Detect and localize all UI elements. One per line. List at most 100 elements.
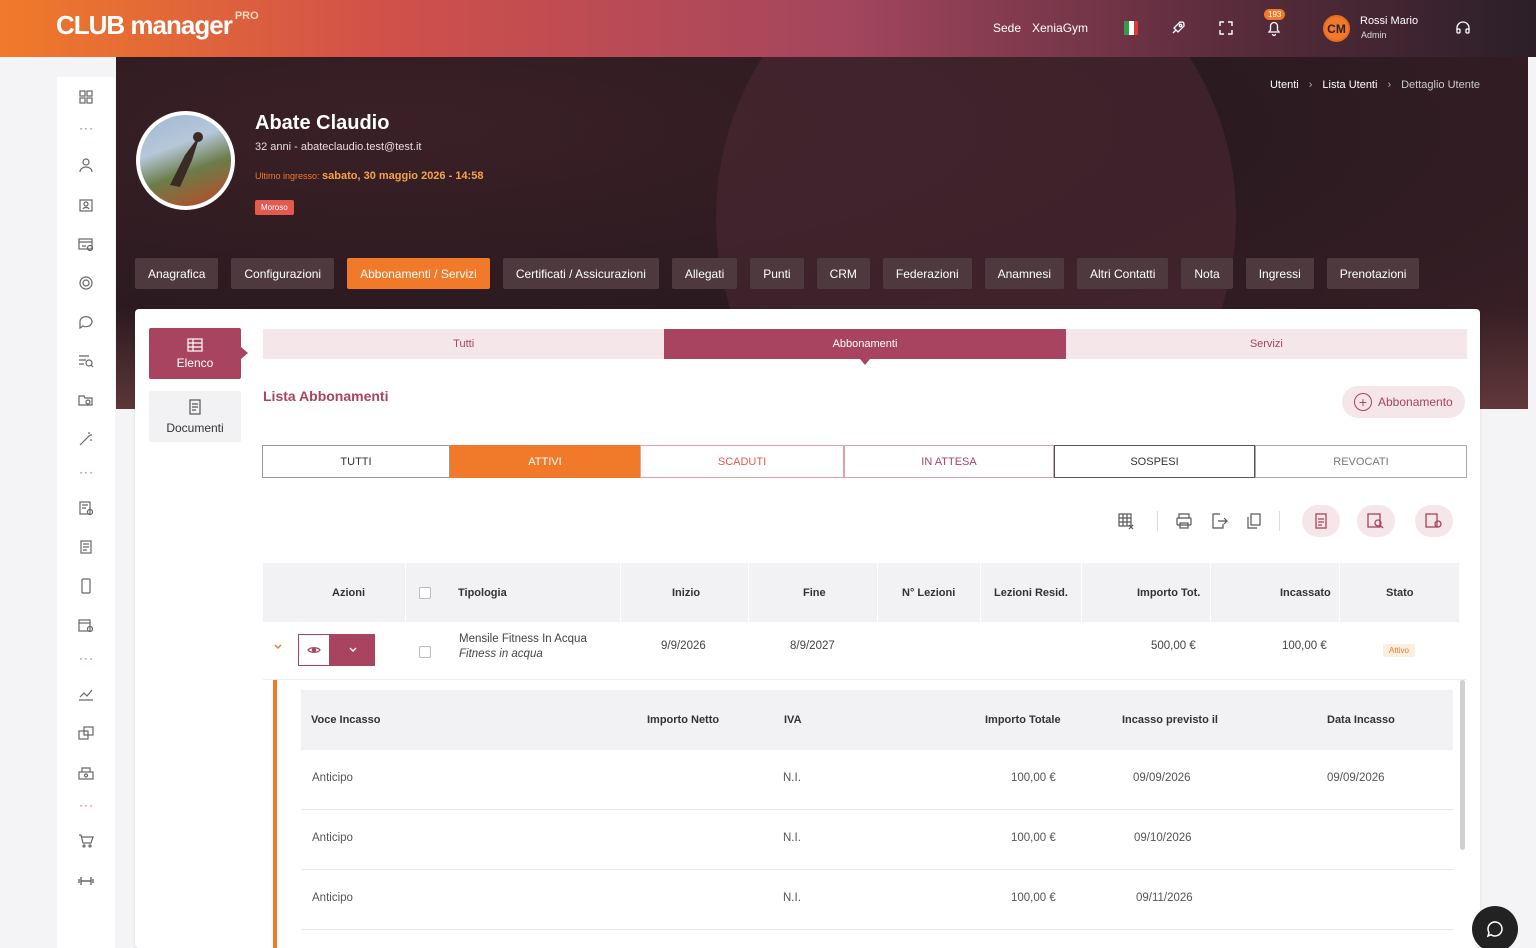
detail-scrollbar[interactable] xyxy=(1460,680,1465,850)
chat-icon[interactable] xyxy=(76,312,96,332)
col-importo-tot[interactable]: Importo Tot. xyxy=(1137,563,1200,622)
magic-wand-icon[interactable] xyxy=(76,429,96,449)
filter-in-attesa[interactable]: IN ATTESA xyxy=(844,445,1054,478)
side-tab-elenco-label: Elenco xyxy=(176,355,214,370)
table-header: Azioni Tipologia Inizio Fine N° Lezioni … xyxy=(263,563,1459,622)
col-fine[interactable]: Fine xyxy=(803,563,826,622)
tab-crm[interactable]: CRM xyxy=(816,258,870,289)
filter-tutti[interactable]: TUTTI xyxy=(262,445,450,478)
table-icon xyxy=(187,337,203,352)
cash-register-icon[interactable] xyxy=(76,763,96,783)
pdf-document-button[interactable] xyxy=(1302,505,1340,537)
mobile-icon[interactable] xyxy=(76,576,96,596)
tab-abbonamenti-servizi[interactable]: Abbonamenti / Servizi xyxy=(347,258,490,289)
status-badge: Attivo xyxy=(1383,644,1416,657)
transfer-icon[interactable] xyxy=(76,723,96,743)
fullscreen-icon[interactable] xyxy=(1215,17,1237,39)
subtab-servizi[interactable]: Servizi xyxy=(1065,329,1467,359)
breadcrumb-users[interactable]: Utenti xyxy=(1270,79,1299,91)
copy-icon[interactable] xyxy=(1243,510,1265,532)
filter-attivi[interactable]: ATTIVI xyxy=(450,445,640,478)
dashboard-icon[interactable] xyxy=(76,87,96,107)
italian-flag-icon[interactable] xyxy=(1120,17,1142,39)
calendar-settings-icon[interactable] xyxy=(76,615,96,635)
chevron-down-icon xyxy=(349,647,356,652)
col-importo-netto: Importo Netto xyxy=(647,714,720,726)
chart-icon[interactable] xyxy=(76,684,96,704)
rocket-icon[interactable] xyxy=(1167,17,1189,39)
chat-support-button[interactable] xyxy=(1472,906,1518,948)
tab-anamnesi[interactable]: Anamnesi xyxy=(984,258,1064,289)
breadcrumb-user-list[interactable]: Lista Utenti xyxy=(1322,79,1377,91)
tab-altri-contatti[interactable]: Altri Contatti xyxy=(1077,258,1169,289)
add-subscription-button[interactable]: + Abbonamento xyxy=(1342,386,1465,418)
tab-ingressi[interactable]: Ingressi xyxy=(1245,258,1314,289)
subtab-abbonamenti[interactable]: Abbonamenti xyxy=(664,329,1066,365)
col-n-lezioni[interactable]: N° Lezioni xyxy=(902,563,955,622)
actions-dropdown-button[interactable] xyxy=(330,634,375,666)
excel-icon[interactable] xyxy=(1115,510,1137,532)
col-azioni[interactable]: Azioni xyxy=(332,563,365,622)
col-incassato[interactable]: Incassato xyxy=(1280,563,1331,622)
detail-voce: Anticipo xyxy=(312,832,353,844)
filter-revocati[interactable]: REVOCATI xyxy=(1255,445,1467,478)
tab-punti[interactable]: Punti xyxy=(750,258,804,289)
print-icon[interactable] xyxy=(1173,510,1195,532)
tab-federazioni[interactable]: Federazioni xyxy=(882,258,972,289)
image-search-button[interactable] xyxy=(1357,505,1395,537)
filter-sospesi[interactable]: SOSPESI xyxy=(1054,445,1255,478)
tab-allegati[interactable]: Allegati xyxy=(671,258,738,289)
detail-previsto: 09/09/2026 xyxy=(1133,772,1191,784)
tab-certificati[interactable]: Certificati / Assicurazioni xyxy=(502,258,659,289)
select-all-checkbox[interactable] xyxy=(419,587,431,599)
detail-row: Anticipo N.I. 100,00 € 09/11/2026 xyxy=(301,870,1453,930)
document-gear-icon xyxy=(1425,513,1442,528)
document-settings-icon[interactable] xyxy=(76,498,96,518)
list-search-icon[interactable] xyxy=(76,351,96,371)
user-icon[interactable] xyxy=(76,155,96,175)
row-inizio: 9/9/2026 xyxy=(661,640,706,652)
subscription-card-icon[interactable] xyxy=(76,234,96,254)
tab-prenotazioni[interactable]: Prenotazioni xyxy=(1326,258,1420,289)
chevron-down-icon[interactable] xyxy=(273,642,283,654)
separator-dots: ··· xyxy=(79,121,94,135)
user-avatar[interactable]: CM xyxy=(1323,15,1350,42)
target-icon[interactable] xyxy=(76,273,96,293)
side-tab-elenco[interactable]: Elenco xyxy=(149,328,248,379)
detail-previsto: 09/10/2026 xyxy=(1134,832,1192,844)
col-stato[interactable]: Stato xyxy=(1386,563,1414,622)
detail-previsto: 09/11/2026 xyxy=(1136,892,1193,904)
sede-value[interactable]: XeniaGym xyxy=(1032,21,1088,35)
subtab-tutti[interactable]: Tutti xyxy=(263,329,665,359)
detail-iva: N.I. xyxy=(783,772,801,784)
app-logo[interactable]: CLUB manager PRO xyxy=(56,10,259,41)
detail-iva: N.I. xyxy=(783,892,801,904)
cart-icon[interactable] xyxy=(76,831,96,851)
image-search-icon xyxy=(1367,513,1384,529)
col-tipologia[interactable]: Tipologia xyxy=(458,563,507,622)
tab-anagrafica[interactable]: Anagrafica xyxy=(135,258,219,289)
side-tab-documenti[interactable]: Documenti xyxy=(149,391,241,442)
filter-scaduti[interactable]: SCADUTI xyxy=(640,445,844,478)
col-inizio[interactable]: Inizio xyxy=(672,563,700,622)
user-name[interactable]: Rossi Mario xyxy=(1360,15,1418,27)
last-access: Ultimo ingresso: sabato, 30 maggio 2026 … xyxy=(255,170,484,182)
document-settings-button[interactable] xyxy=(1415,505,1453,537)
sub-tabs: Tutti Abbonamenti Servizi xyxy=(263,329,1467,365)
dumbbell-icon[interactable] xyxy=(76,871,96,891)
tab-nota[interactable]: Nota xyxy=(1181,258,1233,289)
detail-totale: 100,00 € xyxy=(1011,772,1056,784)
bell-icon[interactable] xyxy=(1263,17,1285,39)
row-checkbox[interactable] xyxy=(419,646,431,658)
pdf-icon xyxy=(1315,513,1327,529)
headset-icon[interactable] xyxy=(1452,17,1474,39)
tab-configurazioni[interactable]: Configurazioni xyxy=(231,258,335,289)
plus-icon: + xyxy=(1354,393,1372,411)
id-card-icon[interactable] xyxy=(76,195,96,215)
folder-search-icon[interactable] xyxy=(76,390,96,410)
invoice-icon[interactable] xyxy=(76,537,96,557)
col-voce-incasso: Voce Incasso xyxy=(311,714,381,726)
export-icon[interactable] xyxy=(1208,510,1230,532)
view-button[interactable] xyxy=(298,634,330,666)
col-lezioni-resid[interactable]: Lezioni Resid. xyxy=(994,563,1068,622)
